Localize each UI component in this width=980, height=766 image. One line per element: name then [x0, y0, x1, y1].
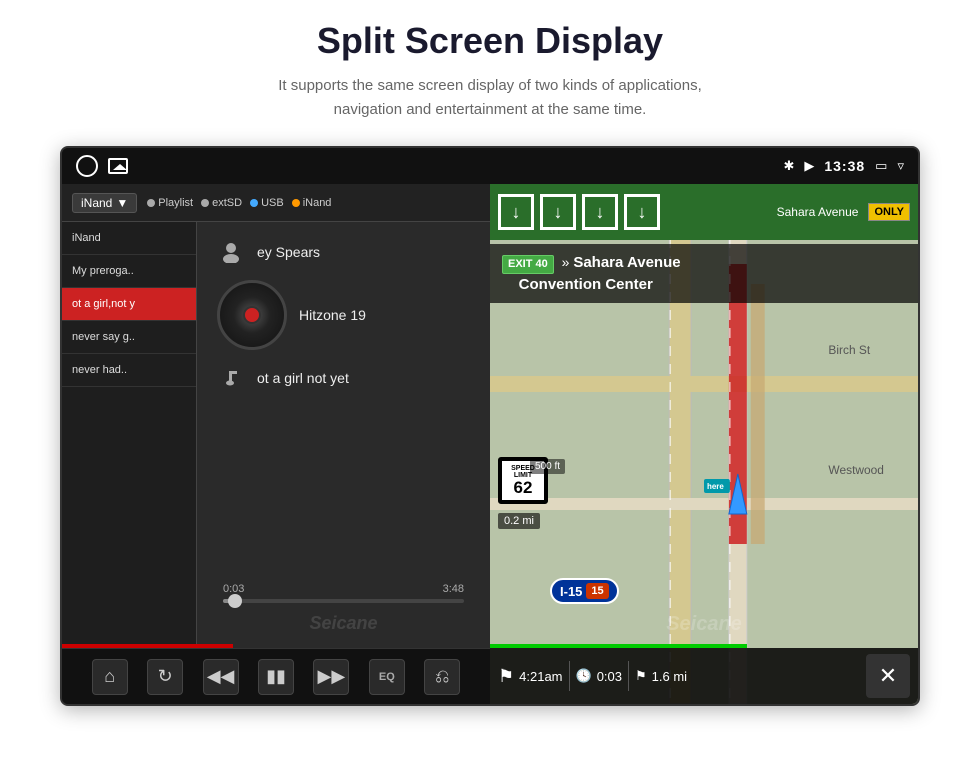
music-note-icon [217, 364, 245, 392]
direction-arrow: ↓ [498, 194, 534, 230]
circle-icon [76, 155, 98, 177]
divider [569, 661, 570, 691]
svg-text:here: here [707, 482, 724, 491]
playlist-item[interactable]: never say g.. [62, 321, 196, 354]
time-display: 13:38 [824, 158, 865, 174]
window-icon: ▭ [875, 158, 887, 174]
close-nav-button[interactable]: ✕ [866, 654, 910, 698]
divider [628, 661, 629, 691]
home-button[interactable]: ⌂ [92, 659, 128, 695]
album-row: Hitzone 19 [217, 280, 470, 350]
next-button[interactable]: ▶▶ [313, 659, 349, 695]
eta-distance-val: 1.6 mi [652, 669, 687, 684]
playlist-item[interactable]: never had.. [62, 354, 196, 387]
checkered-icon: ⚑ [498, 666, 514, 687]
progress-track[interactable] [223, 599, 464, 603]
playlist-area: iNand My preroga.. ot a girl,not y never… [62, 222, 490, 644]
artist-name: ey Spears [257, 244, 320, 260]
clock-icon: 🕓 [576, 668, 592, 684]
source-dropdown-label: iNand [81, 196, 112, 210]
dot-icon [201, 199, 209, 207]
location-icon: ▶ [804, 158, 814, 174]
direction-arrow: ↓ [624, 194, 660, 230]
progress-thumb [228, 594, 242, 608]
person-icon [217, 238, 245, 266]
chevron-down-icon: ▼ [116, 196, 128, 210]
music-panel: iNand ▼ Playlist extSD USB [62, 184, 490, 704]
only-sign: ONLY [868, 203, 910, 221]
page-title: Split Screen Display [317, 20, 663, 62]
dot-icon [147, 199, 155, 207]
source-tabs: Playlist extSD USB iNand [147, 197, 331, 209]
image-icon [108, 158, 128, 174]
speed-number: 62 [508, 479, 538, 496]
playlist-item[interactable]: My preroga.. [62, 255, 196, 288]
exit-text: EXIT 40 » Sahara Avenue Convention Cente… [502, 252, 906, 295]
device-frame: ✱ ▶ 13:38 ▭ ▿ iNand ▼ Playlist [60, 146, 920, 706]
exit-badge: EXIT 40 [502, 255, 554, 274]
back-button[interactable]: ⎌ [424, 659, 460, 695]
eq-button[interactable]: EQ [369, 659, 405, 695]
page-subtitle: It supports the same screen display of t… [278, 74, 702, 122]
svg-text:Westwood: Westwood [828, 463, 884, 477]
source-tab-extsd[interactable]: extSD [201, 197, 242, 209]
total-time: 3:48 [443, 583, 464, 595]
now-playing: ey Spears Hitzone 19 ot a girl not yet [197, 222, 490, 644]
eta-duration: 🕓 0:03 [576, 668, 623, 684]
direction-arrow: ↓ [582, 194, 618, 230]
dot-icon [250, 199, 258, 207]
svg-text:Birch St: Birch St [828, 343, 870, 357]
artist-row: ey Spears [217, 238, 470, 266]
source-bar: iNand ▼ Playlist extSD USB [62, 184, 490, 222]
source-tab-inand[interactable]: iNand [292, 197, 332, 209]
repeat-button[interactable]: ↻ [147, 659, 183, 695]
highway-sign: I-15 15 [550, 578, 619, 604]
track-name: ot a girl not yet [257, 370, 349, 386]
back-icon: ▿ [897, 158, 904, 174]
distance-label: 0.2 mi [498, 513, 540, 529]
pause-button[interactable]: ▮▮ [258, 659, 294, 695]
nav-top-strip: ↓ ↓ ↓ ↓ Sahara Avenue ONLY [490, 184, 918, 240]
source-dropdown[interactable]: iNand ▼ [72, 193, 137, 213]
playback-controls: ⌂ ↻ ◀◀ ▮▮ ▶▶ EQ ⎌ [62, 648, 490, 704]
direction-arrow: ↓ [540, 194, 576, 230]
album-name: Hitzone 19 [299, 307, 366, 323]
time-labels: 0:03 3:48 [223, 583, 464, 595]
screen-content: iNand ▼ Playlist extSD USB [62, 184, 918, 704]
highway-label: I-15 [560, 584, 582, 599]
nav-panel: Birch St Westwood here ↓ ↓ ↓ ↓ Sahara Av… [490, 184, 918, 704]
vinyl-icon [217, 280, 287, 350]
flag-icon: ⚑ [635, 668, 647, 684]
eta-duration-val: 0:03 [597, 669, 622, 684]
nav-map: Birch St Westwood here ↓ ↓ ↓ ↓ Sahara Av… [490, 184, 918, 704]
dot-icon [292, 199, 300, 207]
eta-dist: ⚑ 1.6 mi [635, 668, 687, 684]
source-tab-playlist[interactable]: Playlist [147, 197, 193, 209]
progress-area: 0:03 3:48 [207, 579, 480, 611]
prev-button[interactable]: ◀◀ [203, 659, 239, 695]
track-info: ey Spears Hitzone 19 ot a girl not yet [207, 238, 480, 392]
playlist-sidebar: iNand My preroga.. ot a girl,not y never… [62, 222, 197, 644]
nav-exit-banner: EXIT 40 » Sahara Avenue Convention Cente… [490, 244, 918, 303]
arrow-icon: » [562, 254, 570, 270]
bluetooth-icon: ✱ [783, 158, 794, 174]
source-tab-usb[interactable]: USB [250, 197, 284, 209]
nav-bottom: ⚑ 4:21am 🕓 0:03 ⚑ 1.6 mi ✕ [490, 648, 918, 704]
eta-arrival: ⚑ 4:21am [498, 666, 563, 687]
music-watermark: Seicane [309, 613, 377, 634]
foot-distance-label: 500 ft [530, 459, 565, 474]
highway-shield: 15 [586, 583, 608, 599]
playlist-item-active[interactable]: ot a girl,not y [62, 288, 196, 321]
status-bar: ✱ ▶ 13:38 ▭ ▿ [62, 148, 918, 184]
playlist-item[interactable]: iNand [62, 222, 196, 255]
eta-time: 4:21am [519, 669, 562, 684]
track-row: ot a girl not yet [217, 364, 470, 392]
